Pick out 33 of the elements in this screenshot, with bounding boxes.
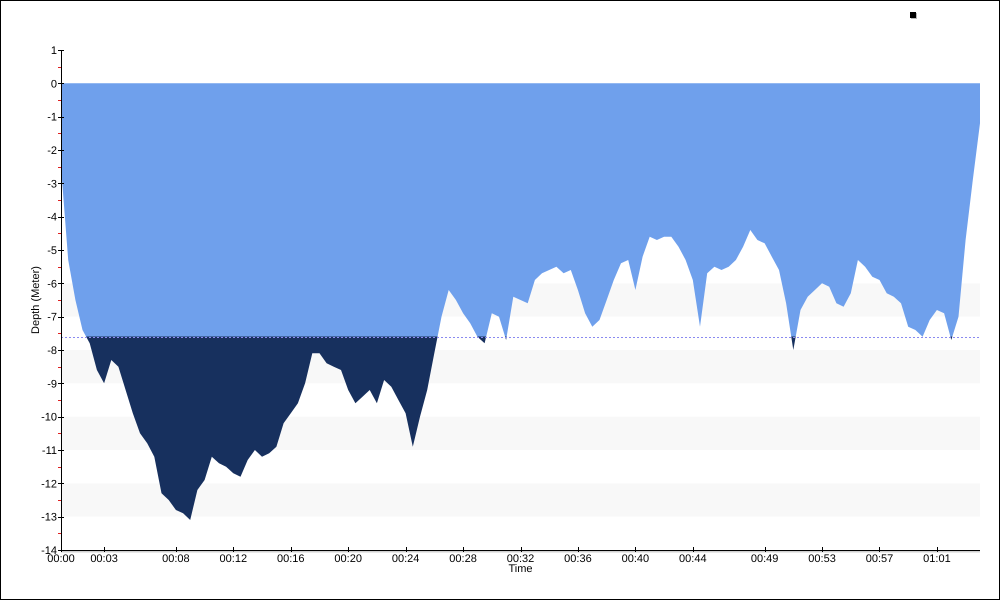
x-axis-label: 01:01	[923, 553, 951, 565]
y-axis-label: -12	[41, 478, 57, 490]
x-axis-label: 00:40	[622, 553, 650, 565]
x-axis-label: 00:12	[220, 553, 248, 565]
x-axis-label: 00:36	[564, 553, 592, 565]
x-axis-label: 00:49	[750, 553, 778, 565]
x-axis-label: 00:08	[162, 553, 190, 565]
y-axis-label: -1	[47, 112, 57, 124]
x-axis-label: 00:24	[392, 553, 420, 565]
x-axis-title: Time	[508, 563, 533, 575]
x-axis-label: 00:53	[808, 553, 836, 565]
y-axis-label: -6	[47, 278, 57, 290]
x-axis-label: 00:20	[334, 553, 362, 565]
x-axis-label: 00:57	[866, 553, 894, 565]
y-axis-label: -10	[41, 412, 57, 424]
y-axis-label: 0	[50, 78, 57, 90]
y-axis-label: -4	[47, 212, 57, 224]
legend-swatch-icon	[910, 12, 917, 19]
x-axis-label: 00:44	[679, 553, 707, 565]
y-axis-label: -13	[41, 512, 57, 524]
y-axis-label: -7	[47, 312, 57, 324]
y-axis-label: -5	[47, 245, 57, 257]
y-axis-label: -8	[47, 345, 57, 357]
y-axis-label: 1	[50, 45, 57, 57]
x-axis-label: 00:03	[90, 553, 118, 565]
y-axis-label: -9	[47, 378, 57, 390]
y-axis-label: -3	[47, 178, 57, 190]
y-axis-title: Depth (Meter)	[30, 266, 42, 334]
x-axis-label: 00:28	[449, 553, 477, 565]
y-axis-label: -2	[47, 145, 57, 157]
x-axis-label: 00:16	[276, 553, 305, 565]
x-axis-label: 00:32	[506, 553, 534, 565]
y-axis-label: -11	[42, 445, 57, 457]
